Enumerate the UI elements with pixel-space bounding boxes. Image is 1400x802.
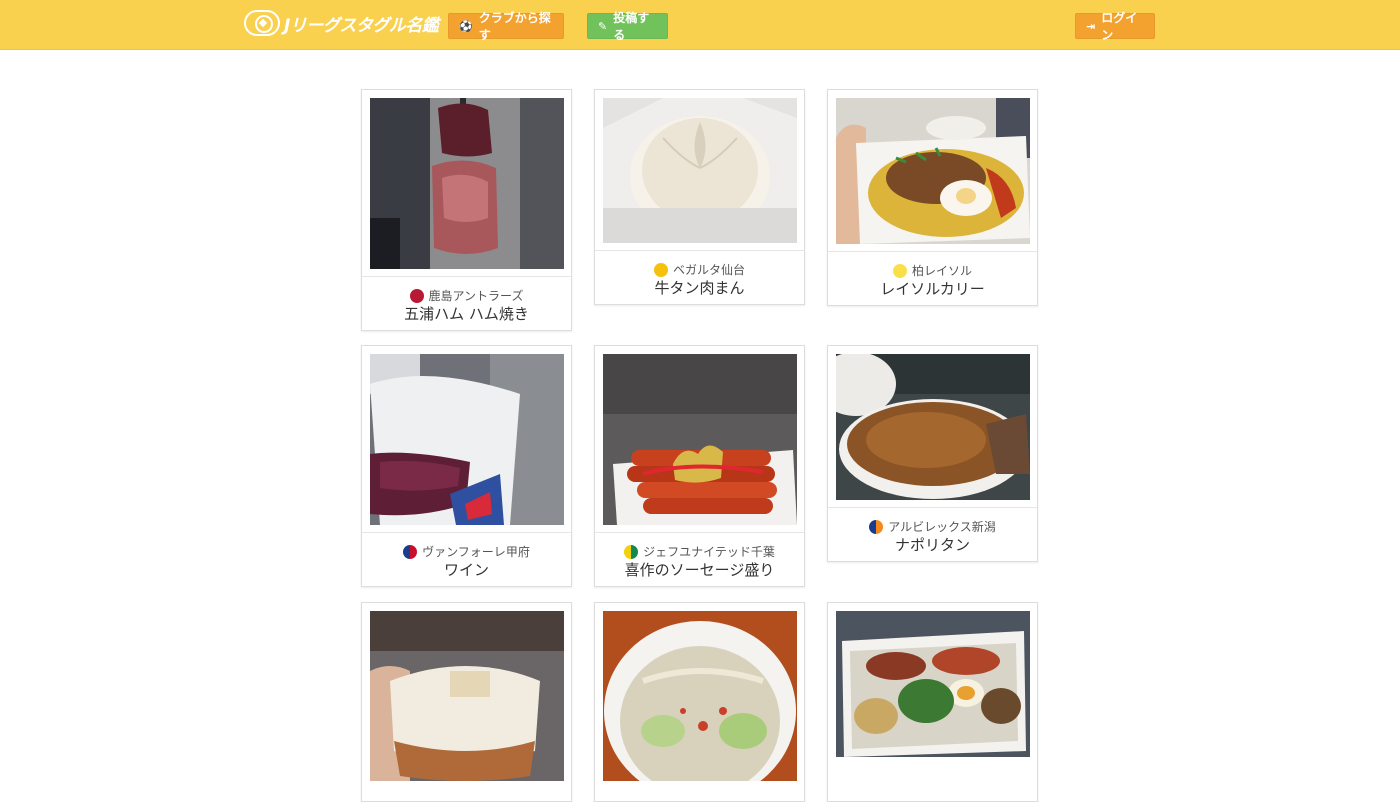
food-photo: [836, 611, 1030, 757]
soccer-ball-icon: [244, 10, 280, 36]
club-emblem-icon: [892, 263, 907, 278]
post-button[interactable]: ✎ 投稿する: [587, 11, 668, 42]
food-photo: [836, 354, 1030, 500]
food-card[interactable]: 鹿島アントラーズ 五浦ハム ハム焼き: [361, 89, 572, 331]
club-search-label: クラブから探す: [478, 11, 551, 42]
club-name: 柏レイソル: [911, 264, 972, 278]
food-card[interactable]: ヴァンフォーレ甲府 ワイン: [361, 345, 572, 587]
club-label: 鹿島アントラーズ: [362, 287, 571, 304]
site-logo-text: Jリーグスタグル名鑑: [284, 15, 439, 36]
club-name: ベガルタ仙台: [672, 263, 745, 277]
food-photo: [370, 98, 564, 269]
food-card[interactable]: [361, 602, 572, 802]
club-emblem-icon: [869, 519, 884, 534]
food-card[interactable]: アルビレックス新潟 ナポリタン: [827, 345, 1038, 562]
food-card[interactable]: [594, 602, 805, 802]
club-name: ヴァンフォーレ甲府: [422, 545, 530, 559]
food-name: ワイン: [443, 561, 489, 579]
pencil-icon: ✎: [598, 19, 608, 33]
navbar: Jリーグスタグル名鑑 ⚽ クラブから探す ✎ 投稿する ⇥ ログイン: [0, 0, 1400, 50]
food-photo: [370, 611, 564, 781]
food-photo: [603, 611, 797, 781]
club-emblem-icon: [653, 262, 668, 277]
food-card[interactable]: 柏レイソル レイソルカリー: [827, 89, 1038, 306]
login-label: ログイン: [1101, 11, 1138, 42]
login-icon: ⇥: [1086, 19, 1096, 33]
food-photo: [836, 98, 1030, 244]
food-name: 牛タン肉まん: [654, 279, 745, 297]
site-logo[interactable]: Jリーグスタグル名鑑: [244, 9, 439, 37]
food-photo: [603, 354, 797, 525]
food-name: 五浦ハム ハム焼き: [404, 305, 529, 323]
club-label: ジェフユナイテッド千葉: [595, 543, 804, 560]
club-search-button[interactable]: ⚽ クラブから探す: [448, 11, 564, 42]
food-name: ナポリタン: [894, 536, 970, 554]
food-photo: [370, 354, 564, 525]
food-card[interactable]: ベガルタ仙台 牛タン肉まん: [594, 89, 805, 305]
club-label: 柏レイソル: [828, 262, 1037, 279]
club-label: ヴァンフォーレ甲府: [362, 543, 571, 560]
food-name: 喜作のソーセージ盛り: [624, 561, 775, 579]
food-card[interactable]: [827, 602, 1038, 802]
login-button[interactable]: ⇥ ログイン: [1075, 11, 1155, 42]
food-card[interactable]: ジェフユナイテッド千葉 喜作のソーセージ盛り: [594, 345, 805, 587]
club-label: ベガルタ仙台: [595, 261, 804, 278]
club-emblem-icon: [403, 544, 418, 559]
club-label: アルビレックス新潟: [828, 518, 1037, 535]
club-name: アルビレックス新潟: [888, 520, 996, 534]
post-label: 投稿する: [613, 11, 650, 42]
club-name: ジェフユナイテッド千葉: [643, 545, 775, 559]
food-name: レイソルカリー: [880, 280, 985, 298]
club-emblem-icon: [409, 288, 424, 303]
club-name: 鹿島アントラーズ: [428, 289, 524, 303]
food-photo: [603, 98, 797, 243]
soccer-ball-icon: ⚽: [459, 19, 473, 33]
club-emblem-icon: [624, 544, 639, 559]
